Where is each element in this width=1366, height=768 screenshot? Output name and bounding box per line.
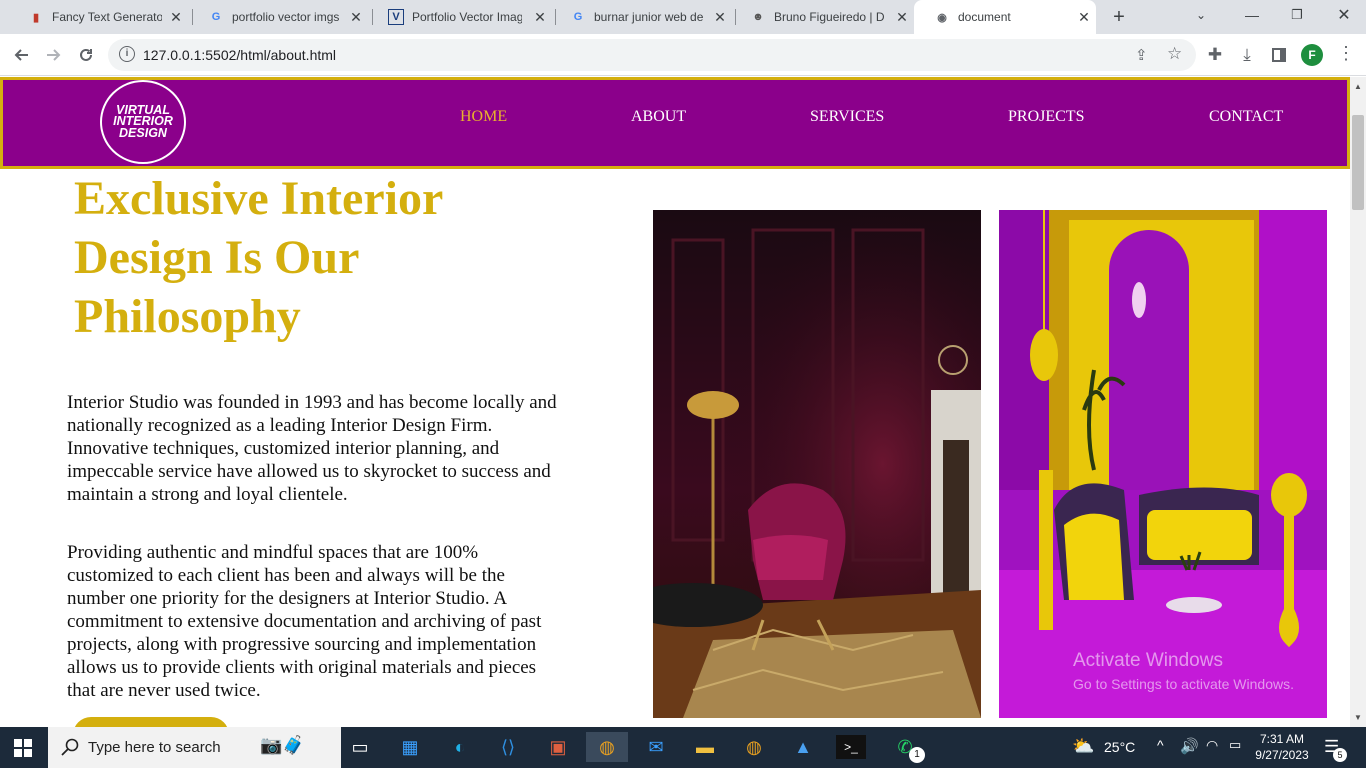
tab-title: Fancy Text Generator (52, 10, 162, 24)
about-paragraph-1: Interior Studio was founded in 1993 and … (67, 392, 557, 505)
close-tab-icon[interactable]: ✕ (532, 9, 548, 25)
microsoft-store-icon[interactable]: ▦ (395, 732, 425, 762)
fancy-text-favicon-icon: ▮ (32, 11, 40, 24)
windows-start-icon[interactable] (14, 739, 32, 762)
tab-fancy-text-generator[interactable]: ▮ Fancy Text Generator ✕ (8, 0, 188, 34)
reload-icon[interactable] (73, 42, 99, 68)
tab-document[interactable]: ◉ document ✕ (914, 0, 1096, 34)
tab-burnar-junior[interactable]: G burnar junior web de ✕ (550, 0, 732, 34)
scroll-down-arrow-icon[interactable]: ▼ (1354, 713, 1362, 722)
back-arrow-icon[interactable] (8, 42, 34, 68)
weather-temperature[interactable]: 25°C (1104, 739, 1135, 755)
site-logo[interactable]: VIRTUAL INTERIOR DESIGN (100, 80, 186, 164)
page-scrollbar[interactable]: ▲ ▼ (1350, 77, 1366, 727)
tab-portfolio-vector-images[interactable]: V Portfolio Vector Imag ✕ (368, 0, 552, 34)
google-icon: G (573, 11, 583, 23)
about-paragraph-2: Providing authentic and mindful spaces t… (67, 542, 542, 701)
tab-title: document (958, 10, 1011, 24)
windows-taskbar: Type here to search 📷🧳 ▭ ▦ ◐ ⟨⟩ ▣ ◍ ✉ ▬ … (0, 727, 1366, 768)
globe-icon: ◉ (937, 11, 947, 24)
url-text: 127.0.0.1:5502/html/about.html (143, 47, 337, 63)
google-icon: G (211, 11, 221, 23)
close-window-button[interactable]: ✕ (1335, 5, 1353, 24)
tab-portfolio-vector-imgs[interactable]: G portfolio vector imgs ✕ (188, 0, 368, 34)
watermark-title: Activate Windows (1073, 650, 1223, 671)
bookmark-star-icon[interactable]: ☆ (1167, 44, 1182, 64)
photos-icon[interactable]: ▲ (788, 732, 818, 762)
clock-date: 9/27/2023 (1255, 748, 1309, 762)
close-tab-icon[interactable]: ✕ (348, 9, 364, 25)
presentation-app-icon[interactable]: ▣ (543, 732, 573, 762)
cta-button[interactable] (73, 717, 229, 727)
taskbar-clock[interactable]: 7:31 AM 9/27/2023 (1248, 731, 1316, 763)
close-tab-icon[interactable]: ✕ (168, 9, 184, 25)
tab-title: burnar junior web de (594, 10, 704, 24)
chrome-icon[interactable]: ◍ (586, 732, 628, 762)
forward-arrow-icon[interactable] (41, 42, 67, 68)
wifi-icon[interactable]: ◠ (1206, 737, 1218, 754)
site-info-icon[interactable]: i (119, 46, 135, 62)
tab-bruno-figueiredo[interactable]: ☻ Bruno Figueiredo | De ✕ (730, 0, 914, 34)
profile-avatar[interactable]: F (1301, 44, 1323, 66)
nav-link-home[interactable]: HOME (460, 108, 507, 126)
tab-title: portfolio vector imgs (232, 10, 340, 24)
scrollbar-thumb[interactable] (1352, 115, 1364, 210)
hero-title: Exclusive Interior Design Is Our Philoso… (74, 172, 443, 343)
watermark-subtitle: Go to Settings to activate Windows. (1073, 676, 1294, 692)
share-icon[interactable]: ⇪ (1135, 46, 1148, 64)
close-tab-icon[interactable]: ✕ (1076, 9, 1092, 25)
notification-count-badge: 5 (1333, 748, 1347, 762)
volume-icon[interactable]: 🔊 (1180, 737, 1199, 755)
logo-text: VIRTUAL INTERIOR DESIGN (113, 102, 173, 140)
search-placeholder: Type here to search (88, 739, 221, 756)
site-navbar: VIRTUAL INTERIOR DESIGN HOME ABOUT SERVI… (0, 77, 1350, 169)
chrome-profile-icon[interactable]: ◍ (739, 732, 769, 762)
extensions-puzzle-icon[interactable]: ✚ (1202, 42, 1228, 68)
activate-windows-watermark: Activate Windows Go to Settings to activ… (1073, 650, 1294, 692)
file-explorer-icon[interactable]: ▬ (690, 732, 720, 762)
taskbar-search-box[interactable]: Type here to search 📷🧳 (48, 727, 341, 768)
interior-photo-purple-yellow-lounge (999, 210, 1327, 718)
restore-button[interactable]: ❐ (1289, 7, 1305, 23)
nav-link-projects[interactable]: PROJECTS (1008, 108, 1084, 126)
nav-link-services[interactable]: SERVICES (810, 108, 884, 126)
tab-title: Portfolio Vector Imag (412, 10, 522, 24)
battery-icon[interactable]: ▭ (1229, 737, 1241, 753)
edge-icon[interactable]: ◐ (445, 732, 475, 762)
terminal-icon[interactable]: >_ (836, 735, 866, 759)
vscode-icon[interactable]: ⟨⟩ (493, 732, 523, 762)
profile-icon: ☻ (752, 11, 764, 23)
side-panel-icon[interactable] (1266, 42, 1292, 68)
tray-chevron-icon[interactable]: ^ (1157, 737, 1164, 753)
tab-title: Bruno Figueiredo | De (774, 10, 884, 24)
task-view-icon[interactable]: ▭ (345, 732, 375, 762)
close-tab-icon[interactable]: ✕ (712, 9, 728, 25)
minimize-button[interactable]: — (1243, 7, 1261, 25)
vectorstock-icon: V (388, 9, 404, 25)
page-viewport: VIRTUAL INTERIOR DESIGN HOME ABOUT SERVI… (0, 77, 1350, 727)
whatsapp-badge: 1 (909, 747, 925, 763)
browser-toolbar: i 127.0.0.1:5502/html/about.html ⇪ ☆ ✚ ⤓… (0, 34, 1366, 76)
new-tab-button[interactable]: + (1108, 6, 1130, 28)
tab-search-chevron-icon[interactable]: ⌄ (1196, 8, 1206, 22)
menu-kebab-icon[interactable]: ⋮ (1337, 44, 1355, 62)
clock-time: 7:31 AM (1259, 732, 1305, 746)
browser-tab-strip: ▮ Fancy Text Generator ✕ G portfolio vec… (0, 0, 1366, 34)
search-icon (61, 738, 79, 761)
search-highlight-icon: 📷🧳 (260, 735, 305, 755)
mail-icon[interactable]: ✉ (641, 732, 671, 762)
address-bar[interactable]: i 127.0.0.1:5502/html/about.html ⇪ ☆ (108, 39, 1196, 71)
downloads-icon[interactable]: ⤓ (1234, 42, 1260, 68)
close-tab-icon[interactable]: ✕ (894, 9, 910, 25)
weather-icon[interactable]: ⛅ (1072, 736, 1094, 757)
nav-link-contact[interactable]: CONTACT (1209, 108, 1283, 126)
interior-photo-red-lounge (653, 210, 981, 718)
nav-link-about[interactable]: ABOUT (631, 108, 686, 126)
scroll-up-arrow-icon[interactable]: ▲ (1354, 82, 1362, 91)
